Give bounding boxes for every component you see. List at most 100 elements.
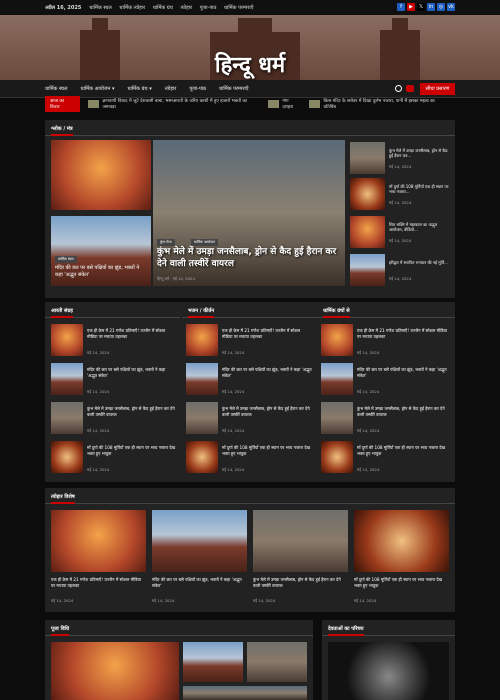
thumbnail[interactable] (350, 216, 385, 248)
column-bhajan: भजन / कीर्तन एक ही क्रेम में 21 गणेश प्र… (182, 302, 317, 482)
thumbnail[interactable] (51, 324, 83, 356)
post-date: मई 14, 2024 (87, 389, 110, 394)
x-icon[interactable]: 𝕏 (417, 3, 425, 11)
thumbnail[interactable] (51, 441, 83, 473)
ticker-item[interactable]: ज्ञानवापी विवाद में जुटे देशवासी बाबा, भ… (87, 98, 260, 110)
top-link[interactable]: धार्मिक त्योहार (119, 5, 145, 11)
article-title[interactable]: माँ दुर्गा की 108 मूर्तियाँ एक ही स्थान … (357, 445, 449, 456)
thumbnail[interactable] (186, 441, 218, 473)
header-banner: हिन्दू धर्म (0, 15, 500, 80)
article-title[interactable]: एक ही क्रेम में 21 गणेश प्रतिमाएँ! उज्जै… (51, 577, 146, 588)
nav-item[interactable]: धार्मिक ग्रंथ ▾ (128, 86, 152, 92)
category-badge[interactable]: कुंभ मेला (157, 239, 175, 246)
top-link[interactable]: धार्मिक ग्रंथ (153, 5, 173, 11)
top-link[interactable]: धार्मिक स्थल (89, 5, 112, 11)
post-date: मई 14, 2024 (389, 238, 412, 243)
article-title[interactable]: मंदिर की छत पर बसे पक्षियों का झुंड, भक्… (87, 367, 175, 378)
nav-item[interactable]: पूजा-पाठ (189, 86, 206, 92)
article-title[interactable]: हरिद्वार में स्थापित भगवान की नई मूर्ति.… (389, 260, 451, 265)
article-title[interactable]: कुंभ मेले में उमड़ा जनसैलाब, ड्रोन से कै… (389, 148, 451, 159)
article-title[interactable]: माँ दुर्गा की 108 मूर्तियाँ एक ही स्थान … (354, 577, 449, 588)
column-granth: धार्मिक ग्रंथों से एक ही क्रेम में 21 गण… (317, 302, 455, 482)
post-date: मई 14, 2024 (222, 389, 245, 394)
thumbnail[interactable] (321, 363, 353, 395)
article-image[interactable] (354, 510, 449, 572)
site-title[interactable]: हिन्दू धर्म (0, 49, 500, 79)
article-image[interactable] (51, 510, 146, 572)
article-title[interactable]: एक ही क्रेम में 21 गणेश प्रतिमाएँ! उज्जै… (357, 328, 449, 339)
post-date: मई 14, 2024 (357, 350, 380, 355)
thumbnail[interactable] (183, 642, 243, 682)
thumbnail (267, 100, 280, 108)
article-title[interactable]: मंदिर की छत पर बसे पक्षियों का झुंड, भक्… (357, 367, 449, 378)
article-title[interactable]: एक ही क्रेम में 21 गणेश प्रतिमाएँ! उज्जै… (222, 328, 312, 339)
shlok-section: श्लोक / मंत्र धार्मिक स्थल मंदिर की छत प… (45, 120, 455, 298)
ticker-item[interactable]: किस मंदिर के सरोवर में दिखा दुर्लभ नजारा… (308, 98, 447, 110)
nav-item[interactable]: धार्मिक परम्पराएँ (219, 86, 249, 92)
section-title: देवताओं का परिचय (328, 626, 364, 636)
section-title: धार्मिक ग्रंथों से (323, 308, 350, 318)
post-date: मई 14, 2024 (389, 164, 412, 169)
article-title[interactable]: कुंभ मेले में उमड़ा जनसैलाब, ड्रोन से कै… (253, 577, 348, 588)
post-date: मई 14, 2024 (357, 389, 380, 394)
thumbnail[interactable] (51, 402, 83, 434)
thumbnail[interactable] (321, 402, 353, 434)
article-title[interactable]: कुंभ मेले में उमड़ा जनसैलाब, ड्रोन से कै… (87, 406, 175, 417)
post-date: मई 14, 2024 (87, 428, 110, 433)
article-title[interactable]: माँ दुर्गा की 108 मूर्तियाँ एक ही स्थान … (222, 445, 312, 456)
thumbnail[interactable] (350, 254, 385, 286)
top-bar: अप्रैल 16, 2025 धार्मिक स्थल धार्मिक त्य… (0, 0, 500, 15)
ticker-item[interactable]: गंगा दशहरा (267, 98, 301, 110)
nav-item[interactable]: त्योहार (165, 86, 177, 92)
article-image[interactable] (152, 510, 247, 572)
profile-image[interactable] (328, 642, 449, 700)
article-title[interactable]: एक ही क्रेम में 21 गणेश प्रतिमाएँ! उज्जै… (87, 328, 175, 339)
post-date: मई 14, 2024 (87, 350, 110, 355)
thumbnail[interactable] (186, 324, 218, 356)
article-title[interactable]: कुंभ मेले में उमड़ा जनसैलाब, ड्रोन से कै… (357, 406, 449, 417)
article-title[interactable]: कुंभ मेले में उमड़ा जनसैलाब, ड्रोन से कै… (222, 406, 312, 417)
post-date: मई 14, 2024 (222, 467, 245, 472)
post-date: मई 14, 2024 (253, 598, 276, 603)
thumbnail[interactable] (247, 642, 307, 682)
article-title[interactable]: माँ दुर्गा की 108 मूर्तियाँ एक ही स्थान … (389, 184, 451, 195)
article-title[interactable]: मंदिर की छत पर बसे पक्षियों का झुंड, भक्… (55, 265, 147, 279)
post-date: मई 14, 2024 (357, 428, 380, 433)
category-badge[interactable]: धार्मिक आयोजन (191, 239, 218, 246)
thumbnail[interactable] (350, 142, 385, 174)
post-date: मई 14, 2024 (354, 598, 377, 603)
thumbnail[interactable] (350, 178, 385, 210)
youtube-icon[interactable] (406, 85, 414, 92)
thumbnail (87, 100, 100, 108)
thumbnail[interactable] (186, 363, 218, 395)
instagram-icon[interactable]: ◎ (437, 3, 445, 11)
section-title: भजन / कीर्तन (188, 308, 215, 318)
article-title[interactable]: मंदिर की छत पर बसे पक्षियों का झुंड, भक्… (222, 367, 312, 378)
thumbnail[interactable] (51, 363, 83, 395)
search-icon[interactable] (395, 85, 402, 92)
article-title[interactable]: माँ दुर्गा की 108 मूर्तियाँ एक ही स्थान … (87, 445, 175, 456)
author[interactable]: हिन्दू धर्म (157, 276, 169, 281)
article-title[interactable]: शिव भक्ति में महाकाल का अद्भुत आयोजन, वी… (389, 222, 451, 233)
post-date: मई 14, 2024 (87, 467, 110, 472)
article-image[interactable] (51, 140, 151, 210)
featured-title[interactable]: कुंभ मेले में उमड़ा जनसैलाब, ड्रोन से कै… (157, 247, 342, 270)
thumbnail[interactable] (186, 402, 218, 434)
top-link[interactable]: पूजा-पाठ (200, 5, 217, 11)
article-title[interactable]: मंदिर की छत पर बसे पक्षियों का झुंड, भक्… (152, 577, 247, 588)
category-badge[interactable]: धार्मिक स्थल (55, 256, 77, 263)
youtube-icon[interactable]: ▶ (407, 3, 415, 11)
article-image[interactable] (51, 642, 179, 700)
nav-item[interactable]: धार्मिक स्थल (45, 86, 68, 92)
article-image[interactable] (253, 510, 348, 572)
facebook-icon[interactable]: f (397, 3, 405, 11)
thumbnail[interactable] (321, 441, 353, 473)
thumbnail[interactable] (183, 686, 307, 700)
top-link[interactable]: धार्मिक परम्पराएँ (224, 5, 254, 11)
nav-item[interactable]: धार्मिक आयोजन ▾ (81, 86, 115, 92)
live-button[interactable]: सीधा प्रसारण (420, 83, 455, 95)
top-link[interactable]: त्योहार (180, 5, 192, 11)
vk-icon[interactable]: vk (447, 3, 455, 11)
linkedin-icon[interactable]: in (427, 3, 435, 11)
thumbnail[interactable] (321, 324, 353, 356)
